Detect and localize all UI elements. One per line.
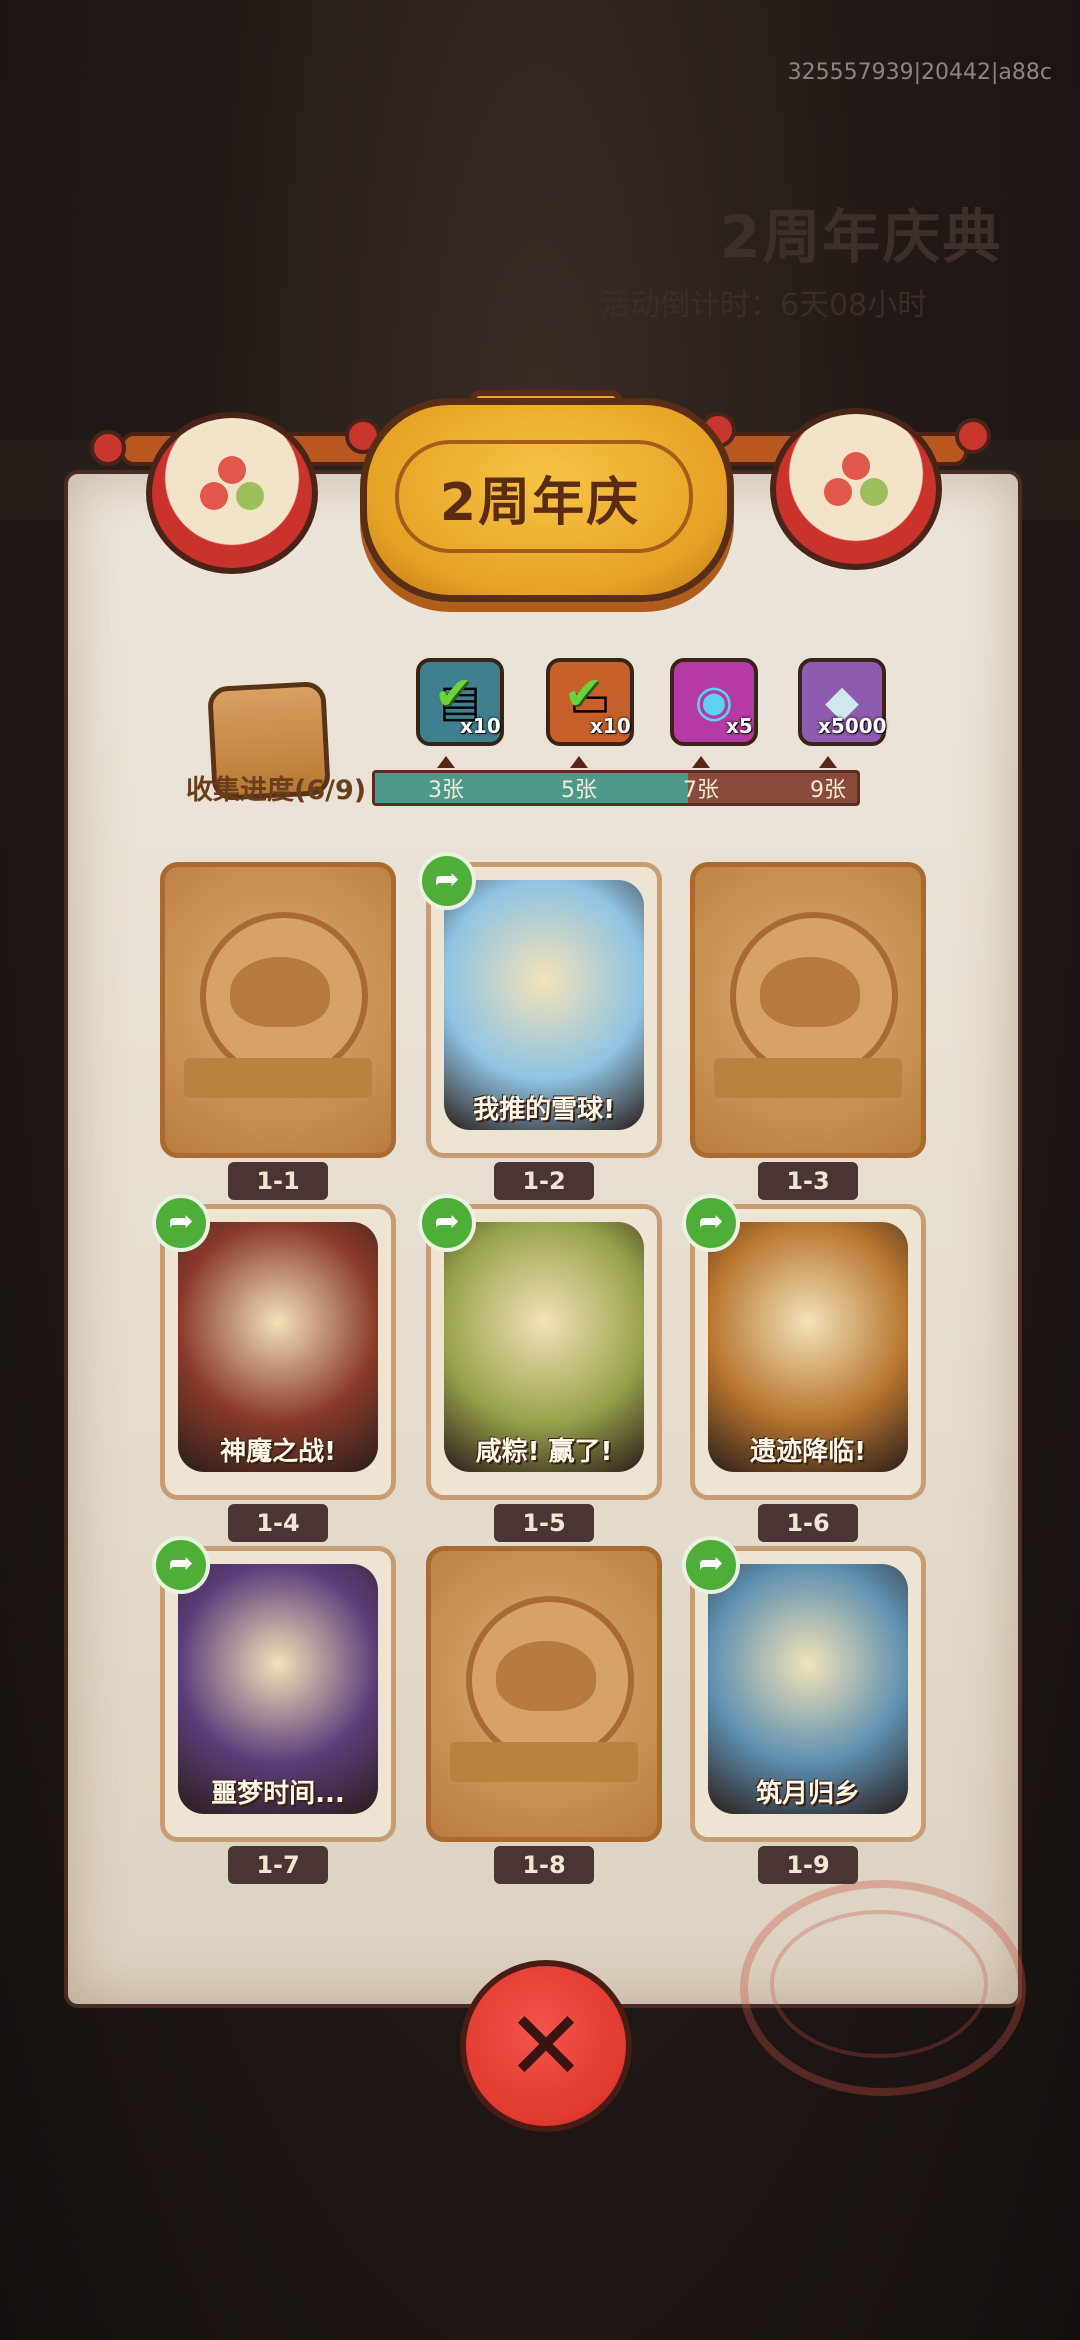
salted-fish-icon bbox=[760, 957, 860, 1027]
card-number-label: 1-8 bbox=[494, 1846, 594, 1884]
card-number-label: 1-3 bbox=[758, 1162, 858, 1200]
milestone-marker-2 bbox=[570, 756, 588, 768]
treasure-chest-reward[interactable]: ▤ ✔ x10 bbox=[416, 658, 504, 746]
milestone-marker-4 bbox=[819, 756, 837, 768]
debug-id-label: 325557939|20442|a88c bbox=[787, 60, 1052, 85]
card-title: 噩梦时间... bbox=[211, 1779, 345, 1809]
card-number-label: 1-1 bbox=[228, 1162, 328, 1200]
story-card[interactable]: 噩梦时间... ➦ 1-7 bbox=[152, 1536, 396, 1884]
card-number-label: 1-5 bbox=[494, 1504, 594, 1542]
milestone-label-3: 7张 bbox=[683, 778, 719, 803]
milestone-marker-3 bbox=[692, 756, 710, 768]
background-countdown: 活动倒计时：6天08小时 bbox=[600, 288, 928, 323]
story-card[interactable]: 1-8 bbox=[426, 1546, 662, 1884]
drum-right-icon bbox=[770, 408, 942, 570]
card-number-label: 1-2 bbox=[494, 1162, 594, 1200]
share-icon[interactable]: ➦ bbox=[152, 1194, 210, 1252]
milestone-label-1: 3张 bbox=[428, 778, 464, 803]
reward-count: x5000 bbox=[818, 714, 887, 738]
share-icon[interactable]: ➦ bbox=[682, 1536, 740, 1594]
share-icon[interactable]: ➦ bbox=[682, 1194, 740, 1252]
page-title: 2周年庆 bbox=[439, 473, 641, 533]
salted-fish-icon bbox=[230, 957, 330, 1027]
story-card[interactable]: 咸粽! 赢了! ➦ 1-5 bbox=[418, 1194, 662, 1542]
card-title: 筑月归乡 bbox=[755, 1779, 860, 1809]
share-icon[interactable]: ➦ bbox=[418, 1194, 476, 1252]
reward-count: x10 bbox=[460, 714, 501, 738]
story-card[interactable]: 遗迹降临! ➦ 1-6 bbox=[682, 1194, 926, 1542]
share-icon[interactable]: ➦ bbox=[418, 852, 476, 910]
card-number-label: 1-6 bbox=[758, 1504, 858, 1542]
crystal-reward[interactable]: ◆ x5000 bbox=[798, 658, 887, 746]
claimed-check-icon: ✔ bbox=[564, 666, 603, 720]
card-number-label: 1-9 bbox=[758, 1846, 858, 1884]
card-number-label: 1-4 bbox=[228, 1504, 328, 1542]
story-card[interactable]: 我推的雪球! ➦ 1-2 bbox=[418, 852, 662, 1200]
share-icon[interactable]: ➦ bbox=[152, 1536, 210, 1594]
drum-left-icon bbox=[146, 412, 318, 574]
close-button[interactable]: ✕ bbox=[460, 1960, 632, 2132]
emblem-ribbon bbox=[450, 1742, 638, 1782]
salted-fish-icon bbox=[496, 1641, 596, 1711]
collection-progress-label: 收集进度(6/9) bbox=[186, 775, 367, 806]
background-title: 2周年庆典 bbox=[720, 203, 1003, 271]
story-card[interactable]: 筑月归乡 ➦ 1-9 bbox=[682, 1536, 926, 1884]
orb-reward[interactable]: ◉ x5 bbox=[670, 658, 758, 746]
card-title: 咸粽! 赢了! bbox=[475, 1437, 613, 1467]
story-card[interactable]: 1-1 bbox=[160, 862, 396, 1200]
milestone-marker-1 bbox=[437, 756, 455, 768]
claimed-check-icon: ✔ bbox=[434, 666, 473, 720]
card-title: 遗迹降临! bbox=[750, 1437, 866, 1467]
card-title: 我推的雪球! bbox=[473, 1095, 615, 1125]
bead-left bbox=[90, 430, 126, 466]
emblem-ribbon bbox=[714, 1058, 902, 1098]
milestone-label-4: 9张 bbox=[810, 778, 846, 803]
reward-count: x10 bbox=[590, 714, 631, 738]
card-title: 神魔之战! bbox=[220, 1437, 336, 1467]
seal-stamp-inner bbox=[770, 1910, 988, 2058]
close-icon: ✕ bbox=[505, 1990, 587, 2102]
card-number-label: 1-7 bbox=[228, 1846, 328, 1884]
emblem-ribbon bbox=[184, 1058, 372, 1098]
bead-right bbox=[955, 418, 991, 454]
milestone-label-2: 5张 bbox=[561, 778, 597, 803]
story-card[interactable]: 1-3 bbox=[690, 862, 926, 1200]
reward-count: x5 bbox=[726, 714, 753, 738]
ticket-reward[interactable]: ▭ ✔ x10 bbox=[546, 658, 634, 746]
story-card[interactable]: 神魔之战! ➦ 1-4 bbox=[152, 1194, 396, 1542]
